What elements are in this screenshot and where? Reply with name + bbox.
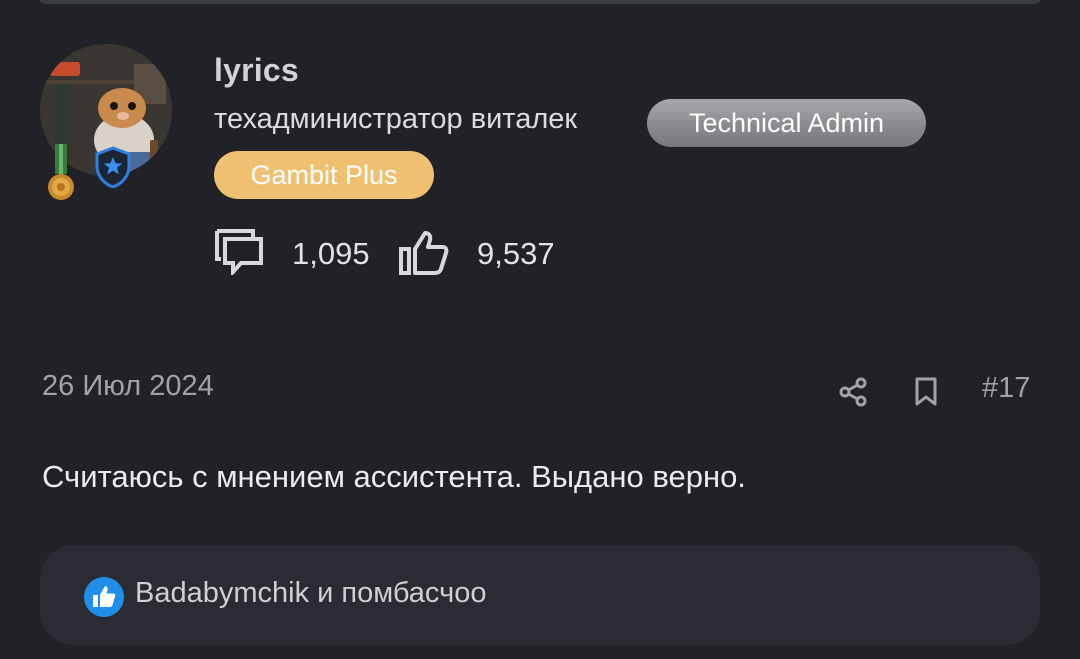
user-title: техадминистратор виталек [214,103,578,135]
reaction-users[interactable]: Badabymchik и помбасчоо [135,577,486,610]
post-text: Считаюсь с мнением ассистента. Выдано ве… [42,459,746,494]
top-divider [40,0,1040,4]
bookmark-icon[interactable] [914,377,938,407]
like-count: 9,537 [477,236,555,271]
username[interactable]: lyrics [214,52,299,89]
thumbs-up-icon [399,231,449,275]
reactions-bar[interactable]: Badabymchik и помбасчоо [40,545,1040,645]
post-date[interactable]: 26 Июл 2024 [42,370,214,403]
avatar-block[interactable] [40,44,174,204]
gambit-plus-badge: Gambit Plus [214,151,434,199]
post-number-link[interactable]: #17 [982,372,1030,405]
message-count: 1,095 [292,236,370,271]
like-reaction-icon [84,577,124,617]
shield-star-icon [95,146,131,188]
chat-bubble-icon [215,229,263,275]
medal-icon [48,144,74,200]
technical-admin-badge: Technical Admin [647,99,926,147]
share-icon[interactable] [838,377,868,407]
post-container: lyrics техадминистратор виталек Technica… [0,0,1080,659]
